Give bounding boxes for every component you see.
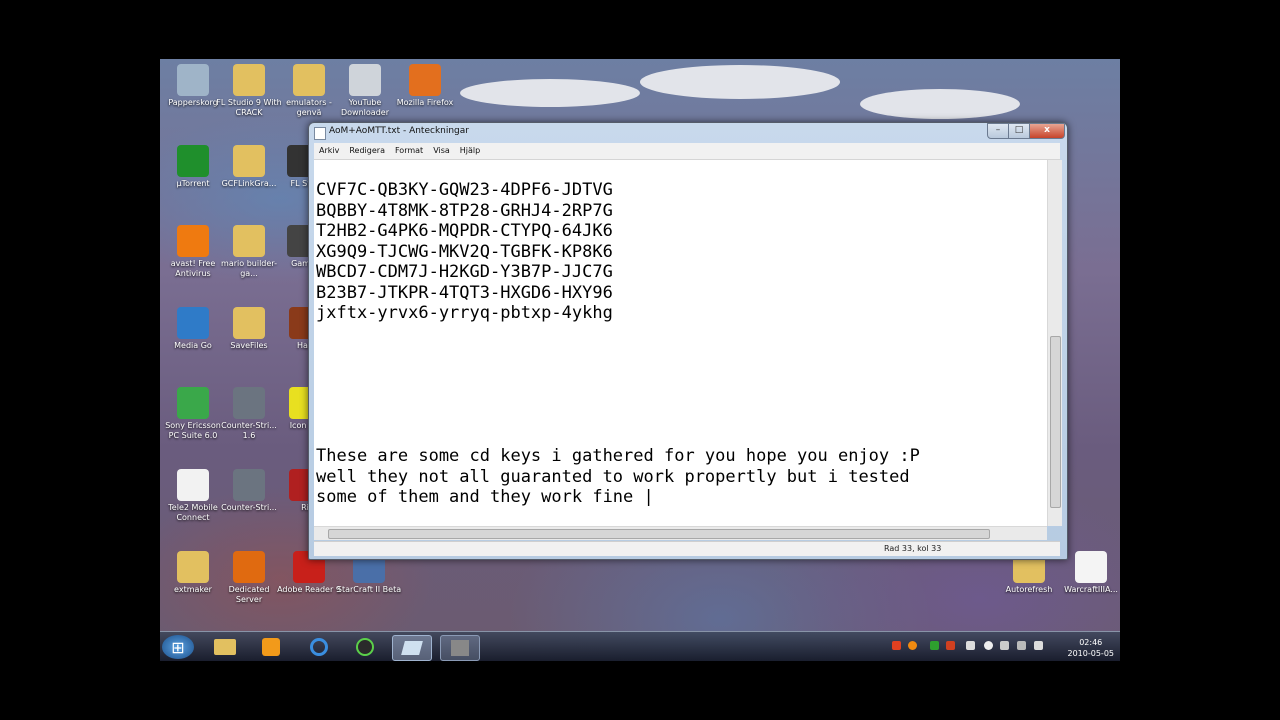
tray-icon-7[interactable] bbox=[1000, 641, 1009, 650]
desktop-icon-label: WarcraftIIIA... bbox=[1064, 585, 1118, 594]
maximize-button[interactable]: □ bbox=[1008, 123, 1030, 139]
horizontal-scroll-thumb[interactable] bbox=[328, 529, 990, 539]
close-button[interactable]: x bbox=[1029, 123, 1065, 139]
app-g-taskbar-icon[interactable] bbox=[346, 635, 384, 659]
notepad-taskbar-button[interactable] bbox=[392, 635, 432, 661]
tray-icon-5[interactable] bbox=[966, 641, 975, 650]
tray-icon-1[interactable] bbox=[892, 641, 901, 650]
volume-icon[interactable] bbox=[1034, 641, 1043, 650]
desktop-icon-image bbox=[177, 551, 209, 583]
desktop-icon-image bbox=[233, 551, 265, 583]
vertical-scroll-thumb[interactable] bbox=[1050, 336, 1061, 508]
desktop-icon-image bbox=[1075, 551, 1107, 583]
desktop-icon-label: StarCraft II Beta bbox=[336, 585, 402, 594]
desktop-icon-label: Mozilla Firefox bbox=[396, 98, 454, 107]
menu-visa[interactable]: Visa bbox=[428, 143, 455, 155]
clock-date: 2010-05-05 bbox=[1067, 649, 1115, 658]
desktop-icon-label: YouTube Downloader bbox=[341, 98, 389, 117]
desktop-icon-image bbox=[233, 387, 265, 419]
desktop-icon-image bbox=[177, 225, 209, 257]
minimize-button[interactable]: – bbox=[987, 123, 1009, 139]
vertical-scrollbar[interactable] bbox=[1047, 160, 1062, 526]
desktop-icon-image bbox=[177, 469, 209, 501]
desktop-icon-image bbox=[293, 64, 325, 96]
desktop-icon-image bbox=[177, 145, 209, 177]
notepad-icon bbox=[314, 127, 326, 140]
tray-icon-3[interactable] bbox=[930, 641, 939, 650]
status-bar: Rad 33, kol 33 bbox=[314, 541, 1060, 556]
menu-bar: Arkiv Redigera Format Visa Hjälp bbox=[314, 143, 1060, 160]
desktop-icon-image bbox=[233, 145, 265, 177]
desktop-icon-image bbox=[177, 64, 209, 96]
desktop: Papperskorg FL Studio 9 With CRACK emulato… bbox=[160, 59, 1120, 661]
desktop-icon-label: Adobe Reader 9 bbox=[277, 585, 341, 594]
menu-arkiv[interactable]: Arkiv bbox=[314, 143, 344, 155]
recorder-taskbar-button[interactable] bbox=[440, 635, 480, 661]
tray-icon-4[interactable] bbox=[946, 641, 955, 650]
tray-icon-2[interactable] bbox=[908, 641, 917, 650]
desktop-icon-image bbox=[349, 64, 381, 96]
desktop-icon[interactable]: Mozilla Firefox bbox=[392, 64, 458, 108]
text-editor[interactable]: CVF7C-QB3KY-GQW23-4DPF6-JDTVG BQBBY-4T8M… bbox=[314, 160, 1047, 526]
menu-hjalp[interactable]: Hjälp bbox=[455, 143, 485, 155]
cd-keys-text: CVF7C-QB3KY-GQW23-4DPF6-JDTVG BQBBY-4T8M… bbox=[316, 180, 613, 323]
horizontal-scrollbar[interactable] bbox=[314, 526, 1047, 540]
desktop-icon[interactable]: Dedicated Server bbox=[216, 551, 282, 605]
desktop-icon-image bbox=[233, 225, 265, 257]
desktop-icon[interactable]: YouTube Downloader bbox=[332, 64, 398, 118]
network-icon[interactable] bbox=[1017, 641, 1026, 650]
desktop-icon-label: FL Studio 9 With CRACK bbox=[216, 98, 282, 117]
taskbar: ⊞ 02:46 2010-05-05 bbox=[160, 631, 1120, 661]
clock-time: 02:46 bbox=[1079, 638, 1103, 647]
explorer-taskbar-icon[interactable] bbox=[206, 635, 244, 659]
desktop-icon-image bbox=[177, 307, 209, 339]
menu-redigera[interactable]: Redigera bbox=[344, 143, 390, 155]
desktop-icon-label: Autorefresh bbox=[1005, 585, 1053, 594]
desktop-icon-image bbox=[233, 469, 265, 501]
start-button[interactable]: ⊞ bbox=[162, 635, 194, 659]
desktop-icon[interactable]: FL Studio 9 With CRACK bbox=[216, 64, 282, 118]
desktop-icon-label: Dedicated Server bbox=[228, 585, 270, 604]
media-player-taskbar-icon[interactable] bbox=[252, 635, 290, 659]
internet-explorer-taskbar-icon[interactable] bbox=[300, 635, 338, 659]
desktop-icon-image bbox=[233, 307, 265, 339]
tray-icon-6[interactable] bbox=[984, 641, 993, 650]
desktop-icon-image bbox=[233, 64, 265, 96]
notepad-window[interactable]: AoM+AoMTT.txt - Anteckningar – □ x Arkiv… bbox=[308, 122, 1068, 560]
desktop-icon-image bbox=[177, 387, 209, 419]
message-text: These are some cd keys i gathered for yo… bbox=[316, 446, 920, 507]
menu-format[interactable]: Format bbox=[390, 143, 428, 155]
window-title: AoM+AoMTT.txt - Anteckningar bbox=[329, 126, 469, 136]
system-clock[interactable]: 02:46 2010-05-05 bbox=[1068, 637, 1115, 659]
desktop-icon-image bbox=[409, 64, 441, 96]
cursor-position: Rad 33, kol 33 bbox=[884, 544, 942, 553]
